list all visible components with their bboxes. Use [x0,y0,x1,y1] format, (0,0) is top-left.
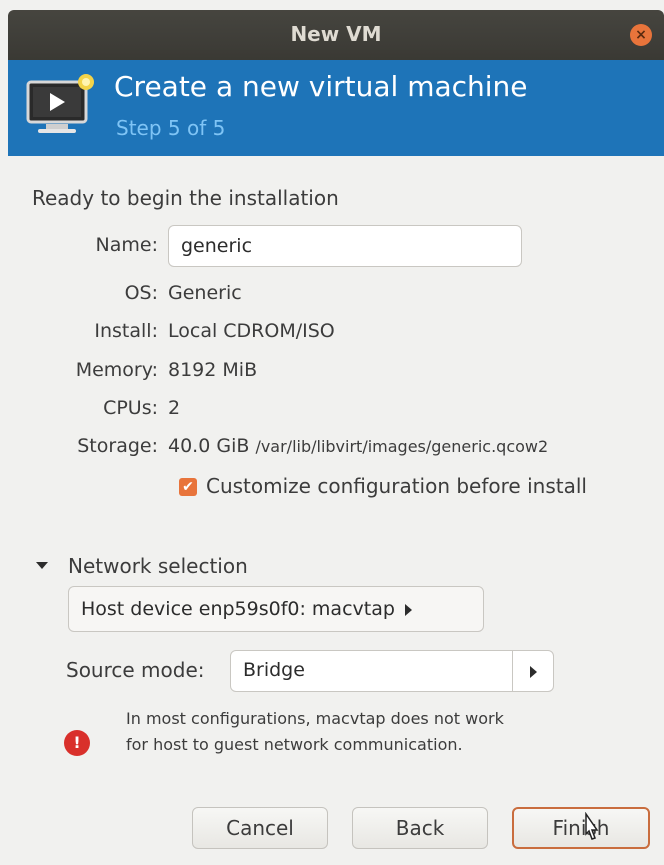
dropdown-arrow-icon [404,603,412,616]
network-selection-expander[interactable]: Network selection [68,554,248,578]
storage-size: 40.0 GiB [168,435,250,457]
name-label: Name: [95,234,158,256]
title-bar[interactable]: New VM × [8,10,664,60]
mouse-pointer-icon [585,812,599,840]
step-indicator: Step 5 of 5 [116,116,226,140]
memory-label: Memory: [75,359,158,381]
os-label: OS: [124,282,158,304]
summary-heading: Ready to begin the installation [32,186,339,210]
storage-path: /var/lib/libvirt/images/generic.qcow2 [255,437,549,456]
close-icon[interactable]: × [630,24,652,46]
cancel-button[interactable]: Cancel [192,807,328,849]
checkmark-icon: ✔ [182,479,194,495]
source-mode-combo[interactable]: Bridge [230,650,554,692]
host-device-dropdown[interactable]: Host device enp59s0f0: macvtap [68,586,484,632]
banner-title: Create a new virtual machine [114,70,528,103]
macvtap-warning: In most configurations, macvtap does not… [126,709,504,754]
cpus-value: 2 [168,397,181,419]
expander-arrow-icon[interactable] [36,562,48,569]
dropdown-arrow-icon [529,665,537,678]
back-button[interactable]: Back [352,807,488,849]
host-device-value: Host device enp59s0f0: macvtap [81,598,395,620]
customize-label[interactable]: Customize configuration before install [206,474,587,498]
os-value: Generic [168,282,242,304]
window-title: New VM [290,22,382,46]
source-mode-label: Source mode: [66,658,205,682]
header-banner: Create a new virtual machine Step 5 of 5 [8,60,664,156]
storage-label: Storage: [77,435,158,457]
error-icon: ! [64,730,90,756]
memory-value: 8192 MiB [168,359,258,381]
source-mode-value[interactable]: Bridge [243,659,305,681]
cpus-label: CPUs: [103,397,158,419]
install-label: Install: [94,320,158,342]
source-mode-dropdown-button[interactable] [512,651,553,691]
name-input[interactable]: generic [168,225,522,267]
install-value: Local CDROM/ISO [168,320,335,342]
storage-value: 40.0 GiB /var/lib/libvirt/images/generic… [168,435,548,457]
summary-panel: Ready to begin the installation Name: ge… [8,156,664,865]
monitor-play-icon [26,74,94,133]
new-vm-dialog: New VM × Create a new virtual machine St… [0,0,664,865]
customize-checkbox[interactable]: ✔ [179,478,197,496]
